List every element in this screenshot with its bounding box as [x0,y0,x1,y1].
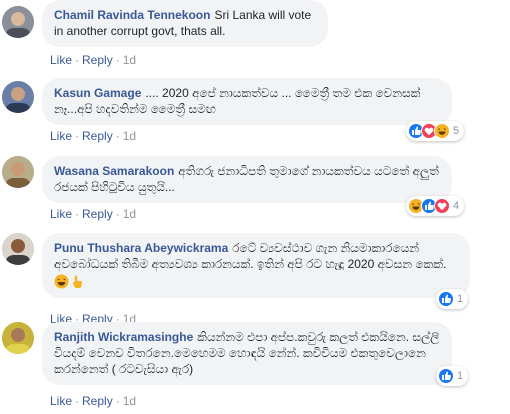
comment-author[interactable]: Kasun Gamage [54,86,141,100]
comment-actions: Like · Reply · 1d [50,53,137,67]
reaction-summary[interactable]: 5 [406,121,465,141]
reaction-count: 1 [457,370,464,382]
reaction-summary[interactable]: 4 [406,196,465,216]
comment-bubble: Punu Thushara Abeywickrama රටේ ව්‍යවස්ථාව… [42,233,470,298]
comment-bubble: Wasana Samarakoon අතිගරු ජනාධිපති තුමාගේ … [42,156,452,203]
like-button[interactable]: Like [50,53,72,67]
point-icon [70,274,85,289]
like-button[interactable]: Like [50,129,72,143]
reaction-summary[interactable]: 1 [436,366,469,386]
comment-time[interactable]: 1d [123,129,136,143]
like-button[interactable]: Like [50,394,72,408]
reaction-count: 1 [457,293,464,305]
reply-button[interactable]: Reply [82,394,113,408]
comment-bubble: Chamil Ravinda Tennekoon Sri Lanka will v… [42,0,328,47]
reply-button[interactable]: Reply [82,129,113,143]
reply-button[interactable]: Reply [82,53,113,67]
like-icon [438,291,454,307]
love-icon [434,198,450,214]
comment-author[interactable]: Wasana Samarakoon [54,164,174,178]
reaction-count: 4 [453,200,460,212]
haha-icon [434,123,450,139]
comment-time[interactable]: 1d [123,207,136,221]
haha-icon [54,274,69,289]
like-icon [438,368,454,384]
comment-bubble: Ranjith Wickramasinghe කියන්නම එපා අප්ප.ක… [42,322,452,385]
comment-actions: Like · Reply · 1d [50,129,137,143]
avatar[interactable] [2,156,34,188]
avatar[interactable] [2,81,34,113]
avatar[interactable] [2,233,34,265]
reaction-summary[interactable]: 1 [436,289,469,309]
reaction-count: 5 [453,125,460,137]
comment-author[interactable]: Punu Thushara Abeywickrama [54,241,228,255]
comment-actions: Like · Reply · 1d [50,394,137,408]
comment-bubble: Kasun Gamage.... 2020 අපේ නායකත්වය ... ම… [42,78,452,125]
comment-author[interactable]: Chamil Ravinda Tennekoon [54,8,210,22]
reply-button[interactable]: Reply [82,207,113,221]
comment-actions: Like · Reply · 1d [50,207,137,221]
avatar[interactable] [2,322,34,354]
comment-time[interactable]: 1d [123,53,136,67]
comment-author[interactable]: Ranjith Wickramasinghe [54,330,193,344]
comment-time[interactable]: 1d [123,394,136,408]
avatar[interactable] [2,6,34,38]
like-button[interactable]: Like [50,207,72,221]
